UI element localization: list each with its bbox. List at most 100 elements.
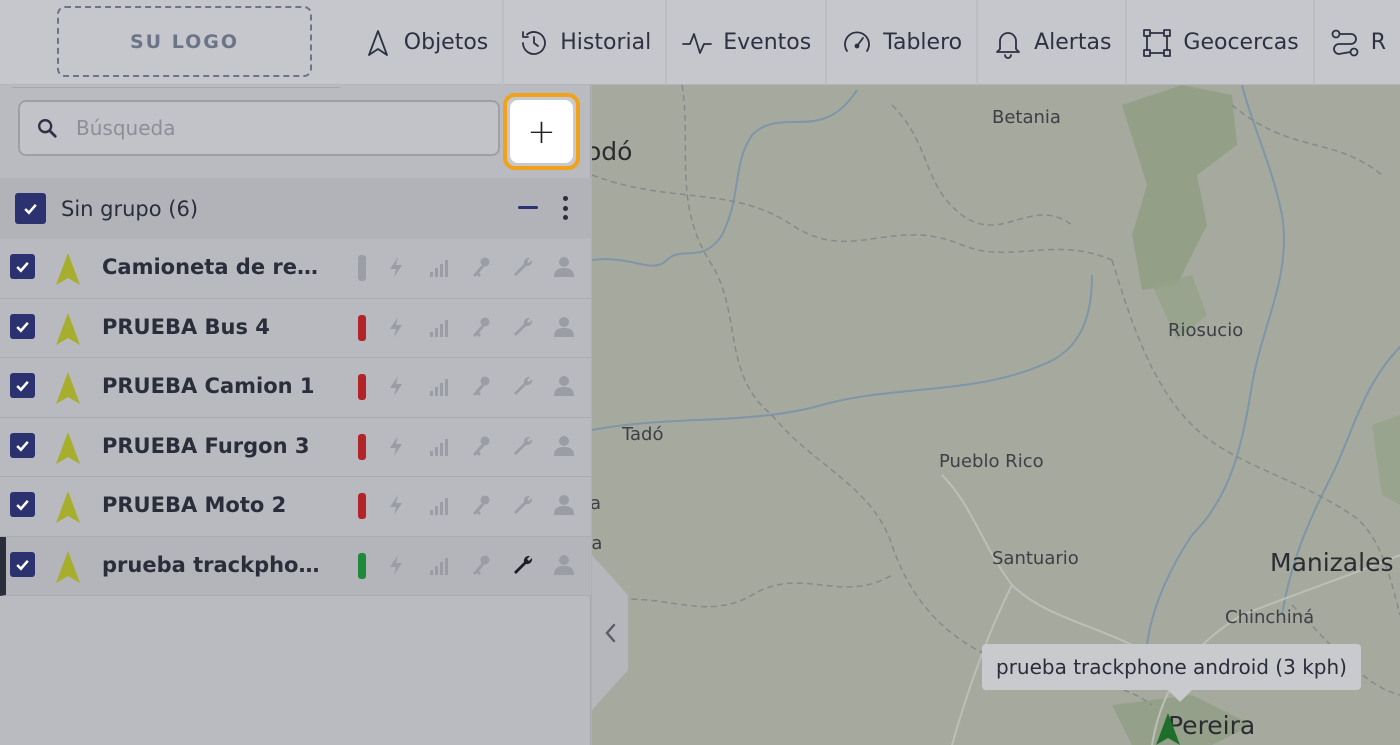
object-row[interactable]: PRUEBA Moto 2 [0,477,591,537]
nav-label: Eventos [723,30,812,55]
connection-status-indicator [358,433,366,460]
check-icon [24,203,37,215]
nav-geocercas[interactable]: Geocercas [1127,0,1315,85]
object-name: PRUEBA Furgon 3 [102,433,310,458]
main-nav: Objetos Historial Eventos Tablero Alerta… [348,0,1400,85]
key-icon [473,555,490,575]
signal-icon [430,438,448,456]
place-label: a [592,493,602,514]
place-label: Santuario [992,548,1079,569]
signal-icon [430,319,448,337]
connection-status-indicator [358,493,366,519]
object-checkbox[interactable] [10,373,35,398]
object-checkbox[interactable] [10,432,35,458]
object-row[interactable]: PRUEBA Furgon 3 [0,417,591,477]
driver-icon [554,376,574,396]
object-tooltip: prueba trackphone android (3 kph) [982,644,1361,702]
object-name: PRUEBA Camion 1 [102,374,315,398]
wrench-icon [514,436,533,455]
search-icon [38,119,57,138]
signal-icon [430,379,448,396]
driver-icon [554,495,574,515]
group-menu-button[interactable] [556,193,574,223]
map-view[interactable]: odó Betania Riosucio Tadó Pueblo Rico Sa… [592,85,1400,745]
vehicle-arrow-icon [56,312,80,345]
place-label: Manizales [1270,548,1394,577]
geofence-icon [1143,28,1172,57]
search-box[interactable] [18,100,500,156]
nav-alertas[interactable]: Alertas [978,0,1128,85]
key-icon [473,317,490,337]
vehicle-arrow-icon [56,253,80,285]
object-checkbox[interactable] [10,492,35,517]
logo-area: SU LOGO [0,0,348,85]
driver-icon [554,316,574,337]
place-label: Riosucio [1168,320,1244,341]
bell-icon [996,31,1021,59]
object-status-icons [385,374,575,398]
group-label: Sin grupo (6) [61,196,199,221]
check-icon [16,440,29,452]
wrench-icon [514,495,533,514]
place-label: Chinchiná [1225,607,1315,628]
activity-icon [682,32,713,54]
vehicle-arrow-icon [56,372,80,404]
object-checkbox[interactable] [10,551,35,577]
nav-label: R [1370,30,1386,55]
object-row[interactable]: Camioneta de rep... [0,239,591,299]
nav-label: Historial [560,30,652,55]
search-input[interactable] [76,116,476,140]
wrench-icon [514,317,533,336]
driver-icon [554,554,574,575]
ignition-icon [390,316,402,337]
ignition-icon [390,435,402,456]
add-object-highlight: + [503,93,580,170]
object-status-icons [385,493,575,517]
nav-tablero[interactable]: Tablero [827,0,979,85]
wrench-icon [514,555,533,574]
key-icon [473,495,490,515]
group-header[interactable]: Sin grupo (6) [0,178,591,239]
chevron-left-icon [605,623,616,642]
signal-icon [430,557,448,575]
connection-status-indicator [358,374,366,400]
logo-placeholder[interactable]: SU LOGO [57,6,312,77]
nav-historial[interactable]: Historial [504,0,668,85]
connection-status-indicator [358,552,366,579]
group-checkbox[interactable] [15,193,46,224]
nav-label: Tablero [883,30,963,55]
driver-icon [554,257,574,277]
key-icon [473,376,490,396]
vehicle-arrow-icon [56,491,80,523]
object-row[interactable]: prueba trackphon... [0,536,591,596]
vehicle-marker-icon[interactable] [1154,711,1182,745]
check-icon [16,559,29,571]
check-icon [16,261,29,273]
object-checkbox[interactable] [10,313,35,339]
nav-eventos[interactable]: Eventos [667,0,828,85]
object-row[interactable]: PRUEBA Bus 4 [0,298,591,358]
nav-objetos[interactable]: Objetos [348,0,505,85]
object-status-icons [385,255,575,279]
wrench-icon [514,376,533,395]
add-object-button[interactable]: + [510,100,573,163]
place-label: ra [592,533,603,554]
check-icon [16,499,29,511]
collapse-group-button[interactable] [518,206,538,209]
place-label: odó [592,137,633,166]
signal-icon [430,260,448,277]
object-name: Camioneta de rep... [102,255,332,279]
object-name: PRUEBA Moto 2 [102,493,287,517]
nav-label: Objetos [403,30,489,55]
object-checkbox[interactable] [10,254,35,279]
place-label: Tadó [622,424,664,445]
ignition-icon [390,554,402,575]
object-status-icons [385,434,575,458]
ignition-icon [390,376,402,396]
place-label: Pueblo Rico [939,451,1044,472]
object-row[interactable]: PRUEBA Camion 1 [0,358,591,418]
route-icon [1331,29,1359,56]
divider [12,87,340,88]
nav-rutas[interactable]: R [1315,0,1400,85]
vehicle-arrow-icon [56,431,80,464]
